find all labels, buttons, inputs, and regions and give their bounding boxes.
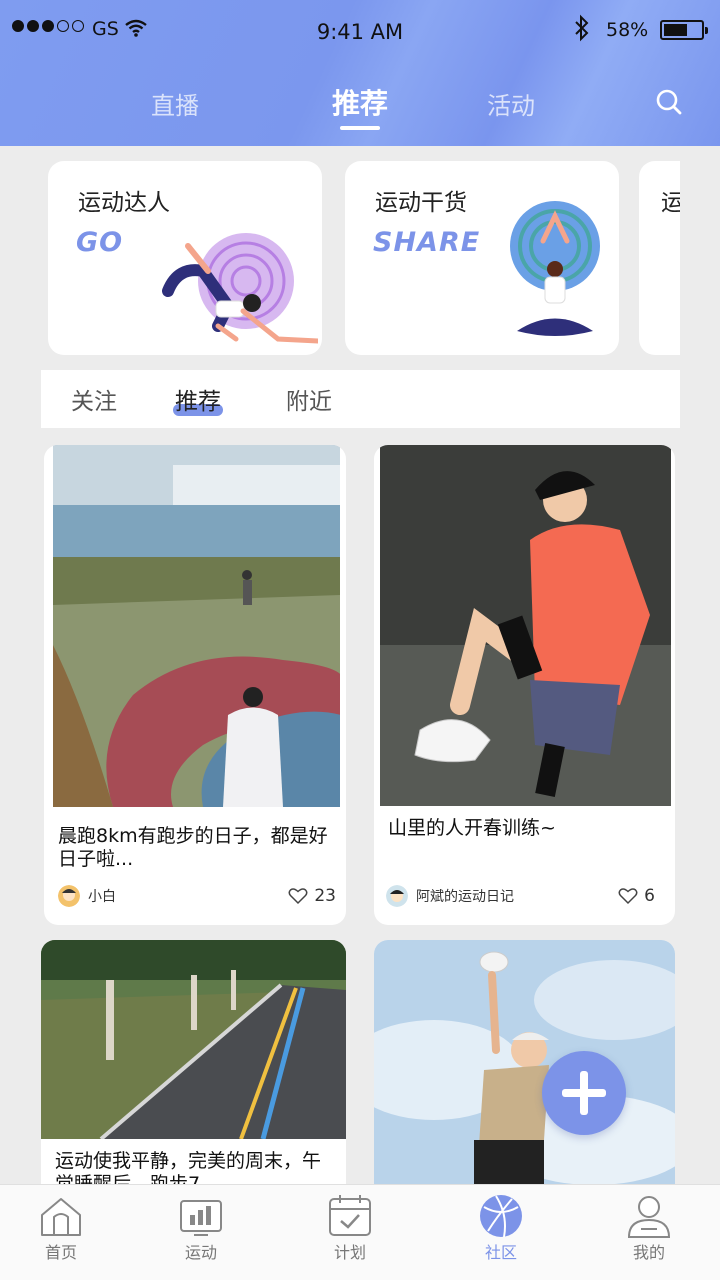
user-icon — [627, 1196, 671, 1238]
banner-badge: SHARE — [373, 227, 481, 258]
like-button[interactable]: 6 — [618, 886, 655, 906]
subtab-following[interactable]: 关注 — [71, 382, 117, 416]
banner-card-sport-tips[interactable]: 运动干货 SHARE — [345, 161, 619, 355]
banner-card-partial[interactable]: 运 — [639, 161, 680, 355]
post-author[interactable]: 小白 — [58, 885, 116, 907]
nav-item-community[interactable]: 社区 — [456, 1193, 546, 1263]
post-title: 运动使我平静，完美的周末，午觉睡醒后，跑步7 — [55, 1150, 322, 1184]
bluetooth-icon — [575, 14, 589, 42]
post-card[interactable]: 山里的人开春训练~ 阿斌的运动日记 6 — [374, 445, 675, 925]
banner-badge: GO — [76, 227, 124, 258]
post-card[interactable]: 运动使我平静，完美的周末，午觉睡醒后，跑步7 — [41, 940, 346, 1184]
heart-icon — [618, 888, 638, 905]
post-title: 山里的人开春训练~ — [388, 817, 556, 839]
post-card[interactable] — [374, 940, 675, 1184]
post-image — [374, 940, 675, 1184]
post-author[interactable]: 阿斌的运动日记 — [386, 885, 514, 907]
post-card[interactable]: 晨跑8km有跑步的日子，都是好日子啦... 小白 23 — [44, 445, 346, 925]
status-bar: GS 9:41 AM 58% — [0, 0, 720, 60]
meditation-illustration — [510, 201, 600, 336]
nav-item-home[interactable]: 首页 — [16, 1193, 106, 1263]
banner-title: 运动达人 — [78, 190, 170, 216]
tab-events[interactable]: 活动 — [487, 86, 535, 121]
chart-icon — [180, 1200, 222, 1236]
nav-item-me[interactable]: 我的 — [604, 1193, 694, 1263]
app-header: GS 9:41 AM 58% 直播 推荐 活动 — [0, 0, 720, 146]
banner-card-sport-star[interactable]: 运动达人 GO — [48, 161, 322, 355]
post-image — [380, 445, 671, 806]
calendar-check-icon — [329, 1195, 371, 1236]
avatar — [386, 885, 408, 907]
search-icon[interactable] — [655, 88, 683, 116]
author-name: 阿斌的运动日记 — [416, 889, 514, 905]
home-icon — [41, 1198, 81, 1236]
like-count: 6 — [644, 886, 655, 906]
yoga-illustration — [162, 233, 318, 344]
author-name: 小白 — [88, 889, 116, 905]
heart-icon — [288, 888, 308, 905]
battery-percent: 58% — [606, 19, 649, 41]
banner-title: 运 — [661, 190, 680, 216]
post-image — [53, 445, 340, 807]
like-button[interactable]: 23 — [288, 886, 336, 906]
banner-title: 运动干货 — [375, 190, 467, 216]
post-title: 晨跑8km有跑步的日子，都是好日子啦... — [58, 825, 328, 870]
bottom-nav: 首页 运动 计划 社区 我的 — [0, 1184, 720, 1280]
banner-carousel[interactable]: 运动达人 GO 运动干货 SHARE 运 — [41, 146, 680, 370]
nav-item-plan[interactable]: 计划 — [305, 1193, 395, 1263]
avatar — [58, 885, 80, 907]
tab-live[interactable]: 直播 — [151, 86, 199, 121]
subtab-nearby[interactable]: 附近 — [286, 382, 332, 416]
ball-icon — [480, 1195, 522, 1238]
create-post-button[interactable] — [542, 1051, 626, 1135]
nav-item-sport[interactable]: 运动 — [156, 1193, 246, 1263]
subtab-recommend[interactable]: 推荐 — [173, 382, 223, 416]
like-count: 23 — [314, 886, 336, 906]
tab-recommend[interactable]: 推荐 — [332, 82, 388, 130]
battery-icon — [660, 20, 708, 40]
post-image — [41, 940, 346, 1139]
feed-tabs: 关注 推荐 附近 — [41, 370, 680, 428]
